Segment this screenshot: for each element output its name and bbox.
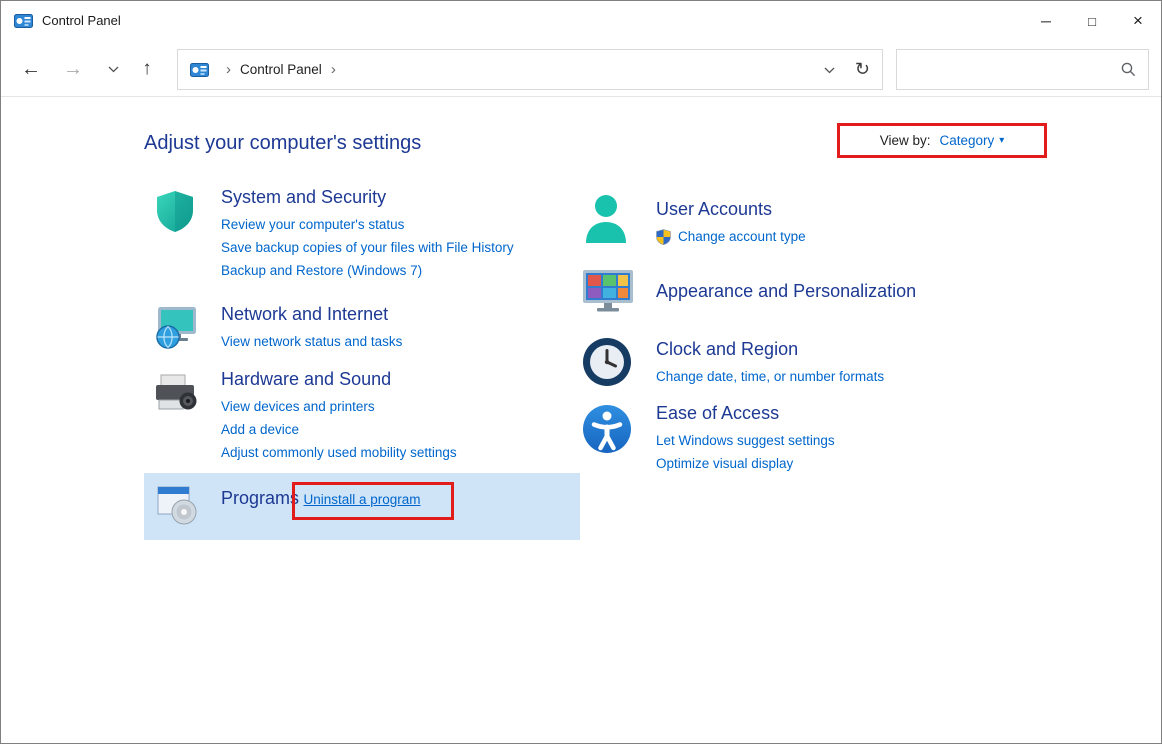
search-icon[interactable] <box>1121 62 1136 77</box>
user-accounts-icon[interactable] <box>581 191 656 252</box>
highlight-box-view-by: View by: Category ▾ <box>837 123 1047 158</box>
category-title-link[interactable]: System and Security <box>221 187 386 208</box>
address-bar[interactable]: › Control Panel › ↻ <box>177 49 883 90</box>
ease-of-access-icon[interactable] <box>581 403 656 475</box>
page-heading: Adjust your computer's settings <box>144 132 421 155</box>
view-by-dropdown[interactable]: Category ▾ <box>939 133 1004 148</box>
uninstall-a-program-link[interactable]: Uninstall a program <box>303 492 420 507</box>
hardware-and-sound-icon[interactable] <box>151 369 221 464</box>
search-input[interactable] <box>897 50 1121 89</box>
refresh-button[interactable]: ↻ <box>849 59 870 80</box>
category-link[interactable]: Review your computer's status <box>221 213 514 236</box>
breadcrumb-separator: › <box>217 61 240 78</box>
close-button[interactable]: × <box>1115 1 1161 41</box>
category-user-accounts: User Accounts Change account type <box>581 191 1061 252</box>
uac-shield-icon <box>656 229 671 245</box>
view-by-value: Category <box>939 133 994 148</box>
recent-pages-chevron-icon[interactable] <box>99 41 127 97</box>
category-link[interactable]: Save backup copies of your files with Fi… <box>221 236 514 259</box>
search-box <box>896 49 1149 90</box>
network-and-internet-icon[interactable] <box>151 304 221 357</box>
back-button[interactable]: ← <box>15 41 47 97</box>
minimize-button[interactable]: ─ <box>1023 1 1069 41</box>
view-by-label: View by: <box>880 133 931 148</box>
programs-icon[interactable] <box>153 481 221 540</box>
category-link[interactable]: Change account type <box>678 225 806 248</box>
titlebar: Control Panel ─ □ × <box>1 1 1161 41</box>
category-appearance-and-personalization: Appearance and Personalization <box>581 267 1061 322</box>
breadcrumb-separator: › <box>322 61 345 78</box>
system-and-security-icon[interactable] <box>151 187 221 282</box>
category-link[interactable]: View network status and tasks <box>221 330 402 353</box>
forward-button[interactable]: → <box>57 41 89 97</box>
control-panel-icon <box>14 14 33 28</box>
clock-and-region-icon[interactable] <box>581 336 656 393</box>
breadcrumb-control-panel[interactable]: Control Panel <box>240 62 322 77</box>
category-system-and-security: System and Security Review your computer… <box>151 187 591 282</box>
category-link[interactable]: Backup and Restore (Windows 7) <box>221 259 514 282</box>
category-programs-highlight-row: Programs Uninstall a program <box>144 473 580 540</box>
window-title: Control Panel <box>42 13 121 28</box>
category-hardware-and-sound: Hardware and Sound View devices and prin… <box>151 369 591 464</box>
category-title-link[interactable]: Clock and Region <box>656 339 798 360</box>
category-link[interactable]: View devices and printers <box>221 395 457 418</box>
category-link[interactable]: Let Windows suggest settings <box>656 429 835 452</box>
category-title-link[interactable]: Network and Internet <box>221 304 388 325</box>
breadcrumb-control-panel-icon <box>190 63 209 77</box>
category-network-and-internet: Network and Internet View network status… <box>151 304 591 357</box>
category-title-link[interactable]: Programs <box>221 488 299 509</box>
category-title-link[interactable]: Ease of Access <box>656 403 779 424</box>
highlight-box-uninstall: Uninstall a program <box>292 482 453 520</box>
view-by-dropdown-arrow-icon: ▾ <box>999 135 1004 146</box>
appearance-and-personalization-icon[interactable] <box>581 267 656 322</box>
control-panel-window: Control Panel ─ □ × ← → ↑ › Control Pane… <box>0 0 1162 744</box>
maximize-button[interactable]: □ <box>1069 1 1115 41</box>
category-clock-and-region: Clock and Region Change date, time, or n… <box>581 336 1061 393</box>
address-dropdown-chevron-icon[interactable] <box>810 61 849 79</box>
category-link[interactable]: Add a device <box>221 418 457 441</box>
category-link[interactable]: Change date, time, or number formats <box>656 365 884 388</box>
category-link[interactable]: Adjust commonly used mobility settings <box>221 441 457 464</box>
category-title-link[interactable]: Hardware and Sound <box>221 369 391 390</box>
category-title-link[interactable]: User Accounts <box>656 199 772 220</box>
category-title-link[interactable]: Appearance and Personalization <box>656 281 916 302</box>
navigation-bar: ← → ↑ › Control Panel › ↻ <box>1 41 1161 97</box>
category-ease-of-access: Ease of Access Let Windows suggest setti… <box>581 403 1061 475</box>
up-button[interactable]: ↑ <box>131 41 163 97</box>
category-link[interactable]: Optimize visual display <box>656 452 835 475</box>
